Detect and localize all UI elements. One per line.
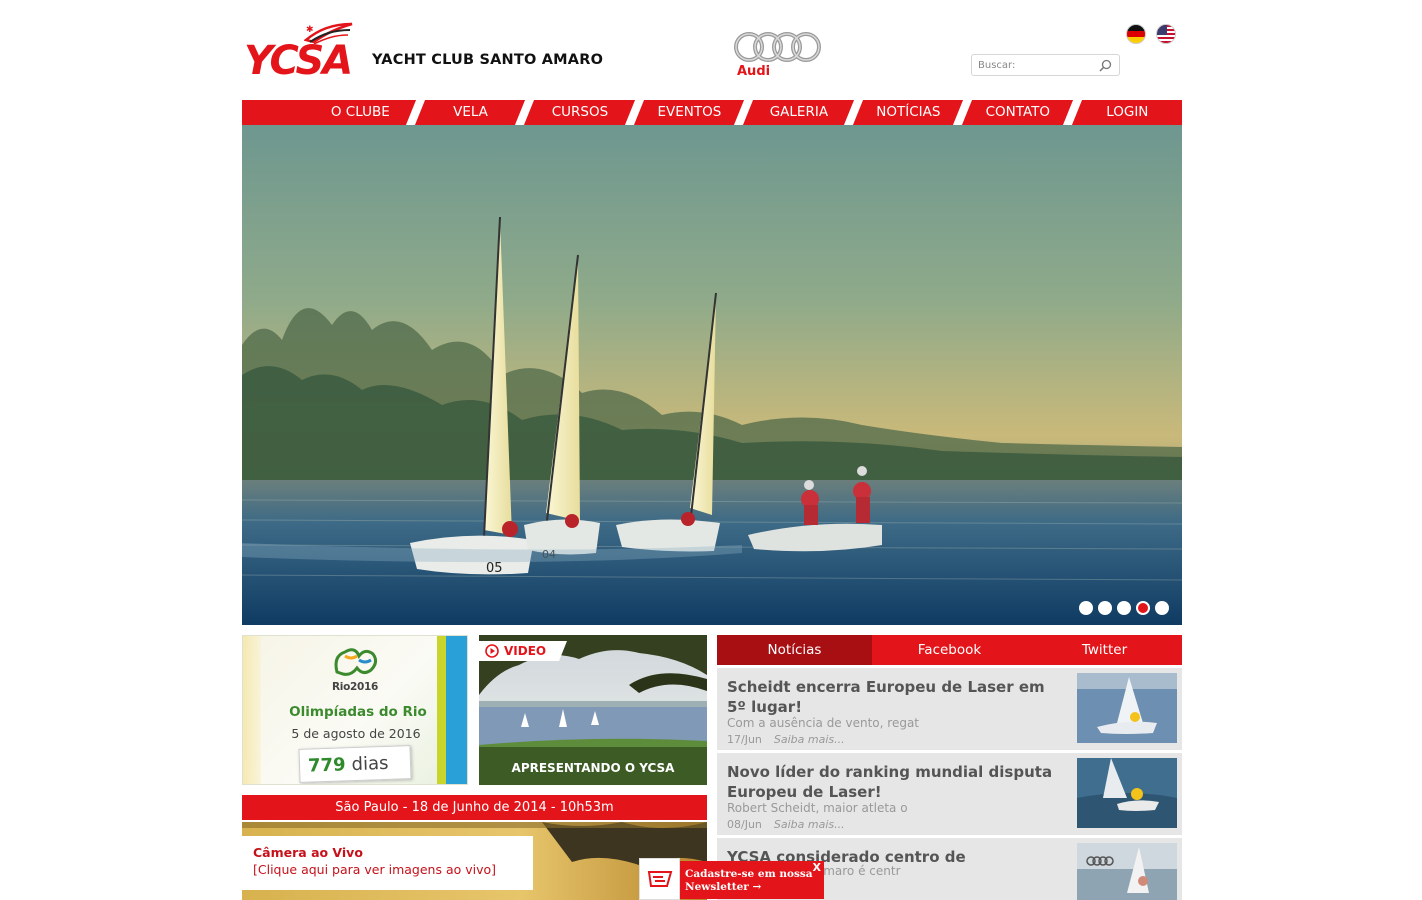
rio2016-emblem-icon: [334, 648, 378, 676]
nav-item-label: VELA: [453, 104, 488, 120]
read-more-link[interactable]: Saiba mais...: [774, 733, 845, 746]
live-camera-link[interactable]: Câmera ao Vivo [Clique aqui para ver ima…: [242, 822, 707, 900]
search-box: [971, 54, 1120, 76]
play-icon: [485, 644, 499, 658]
tab-noticias[interactable]: Notícias: [717, 635, 872, 665]
newsletter-icon: [639, 858, 680, 900]
slider-dot-5[interactable]: [1155, 601, 1169, 615]
nav-item-eventos[interactable]: EVENTOS: [635, 100, 754, 125]
news-thumbnail[interactable]: [1077, 758, 1177, 828]
nav-item-contato[interactable]: CONTATO: [963, 100, 1082, 125]
nav-item-cursos[interactable]: CURSOS: [525, 100, 644, 125]
olympics-countdown[interactable]: Rio2016 Olimpíadas do Rio 5 de agosto de…: [242, 635, 468, 785]
news-meta: 17/Jun Saiba mais...: [727, 733, 845, 746]
search-input[interactable]: [972, 59, 1096, 71]
days-count: 779: [307, 753, 346, 777]
nav-item-label: CURSOS: [551, 104, 609, 120]
sponsor-logo[interactable]: Audi: [732, 30, 826, 79]
days-counter: 779 dias: [298, 745, 412, 783]
video-tag-label: VIDEO: [504, 644, 547, 658]
newsletter-popup: Cadastre-se em nossa Newsletter → X: [639, 858, 825, 900]
news-tabs: Notícias Facebook Twitter: [717, 635, 1182, 665]
rio2016-text: Rio2016: [331, 681, 379, 693]
tab-twitter[interactable]: Twitter: [1027, 635, 1182, 665]
nav-item-label: NOTÍCIAS: [876, 104, 941, 120]
news-item[interactable]: Scheidt encerra Europeu de Laser em 5º l…: [717, 668, 1182, 750]
read-more-link[interactable]: Saiba mais...: [774, 818, 845, 831]
news-thumbnail[interactable]: [1077, 843, 1177, 900]
club-logo[interactable]: YCSA ✱ YACHT CLUB SANTO AMARO: [244, 18, 604, 84]
current-date-bar: São Paulo - 18 de Junho de 2014 - 10h53m: [242, 795, 707, 820]
news-title[interactable]: Scheidt encerra Europeu de Laser em 5º l…: [727, 677, 1057, 717]
hero-image: 05 04: [242, 125, 1182, 625]
language-switcher: [1126, 24, 1176, 44]
news-excerpt: Amaro é centr: [815, 864, 901, 878]
nav-item-galeria[interactable]: GALERIA: [744, 100, 863, 125]
slider-dots: [1079, 601, 1169, 615]
nav-item-label: O CLUBE: [330, 104, 390, 120]
page: YCSA ✱ YACHT CLUB SANTO AMARO Audi Busca…: [0, 0, 1422, 900]
video-tag: VIDEO: [479, 641, 567, 661]
news-title[interactable]: Novo líder do ranking mundial disputa Eu…: [727, 762, 1057, 802]
slider-dot-2[interactable]: [1098, 601, 1112, 615]
nav-item-o-clube[interactable]: O CLUBE: [242, 100, 425, 125]
olympics-title: Olimpíadas do Rio: [289, 704, 427, 720]
newsletter-signup-button[interactable]: Cadastre-se em nossa Newsletter → X: [680, 861, 824, 899]
news-excerpt: Com a ausência de vento, regat: [727, 716, 919, 730]
news-meta: 08/Jun Saiba mais...: [727, 818, 845, 831]
live-camera-subtitle: [Clique aqui para ver imagens ao vivo]: [253, 862, 497, 877]
video-caption: APRESENTANDO O YCSA: [511, 761, 675, 775]
sponsor-name: Audi: [737, 64, 771, 79]
svg-text:✱: ✱: [306, 25, 314, 35]
newsletter-line2: Newsletter →: [685, 881, 762, 893]
live-camera-label: Câmera ao Vivo [Clique aqui para ver ima…: [242, 836, 533, 890]
news-thumbnail[interactable]: [1077, 673, 1177, 743]
close-icon[interactable]: X: [813, 861, 821, 874]
sail-number: 05: [486, 561, 503, 576]
tab-facebook[interactable]: Facebook: [872, 635, 1027, 665]
newsletter-line1: Cadastre-se em nossa: [685, 868, 813, 880]
us-flag-icon[interactable]: [1156, 24, 1176, 44]
nav-item-vela[interactable]: VELA: [416, 100, 535, 125]
news-date: 17/Jun: [727, 733, 762, 746]
slider-dot-1[interactable]: [1079, 601, 1093, 615]
news-excerpt: Robert Scheidt, maior atleta o: [727, 801, 908, 815]
nav-item-login[interactable]: LOGIN: [1073, 100, 1182, 125]
news-date: 08/Jun: [727, 818, 762, 831]
search-icon[interactable]: [1096, 56, 1114, 74]
nav-item-label: EVENTOS: [657, 104, 722, 120]
german-flag-icon[interactable]: [1126, 24, 1146, 44]
video-teaser[interactable]: VIDEO APRESENTANDO O YCSA: [479, 635, 707, 785]
news-item[interactable]: Novo líder do ranking mundial disputa Eu…: [717, 753, 1182, 835]
nav-item-label: CONTATO: [985, 104, 1051, 120]
live-camera-title: Câmera ao Vivo: [253, 845, 363, 860]
audi-rings-icon: [734, 32, 821, 62]
pennant-icon: ✱: [304, 22, 353, 44]
logo-name: YACHT CLUB SANTO AMARO: [372, 52, 604, 68]
hero-slider[interactable]: 05 04: [242, 125, 1182, 625]
slider-dot-3[interactable]: [1117, 601, 1131, 615]
main-nav: O CLUBE VELA CURSOS EVENTOS GALERIA NOTÍ…: [242, 100, 1182, 125]
nav-item-noticias[interactable]: NOTÍCIAS: [854, 100, 973, 125]
slider-dot-4[interactable]: [1136, 601, 1150, 615]
olympics-date: 5 de agosto de 2016: [291, 726, 421, 741]
rio2016-logo: Rio2016: [329, 642, 381, 693]
days-unit: dias: [351, 752, 389, 775]
logo-mark: YCSA ✱: [244, 18, 368, 84]
nav-item-label: LOGIN: [1106, 104, 1149, 120]
nav-item-label: GALERIA: [769, 104, 829, 120]
logo-abbr: YCSA: [244, 38, 353, 84]
